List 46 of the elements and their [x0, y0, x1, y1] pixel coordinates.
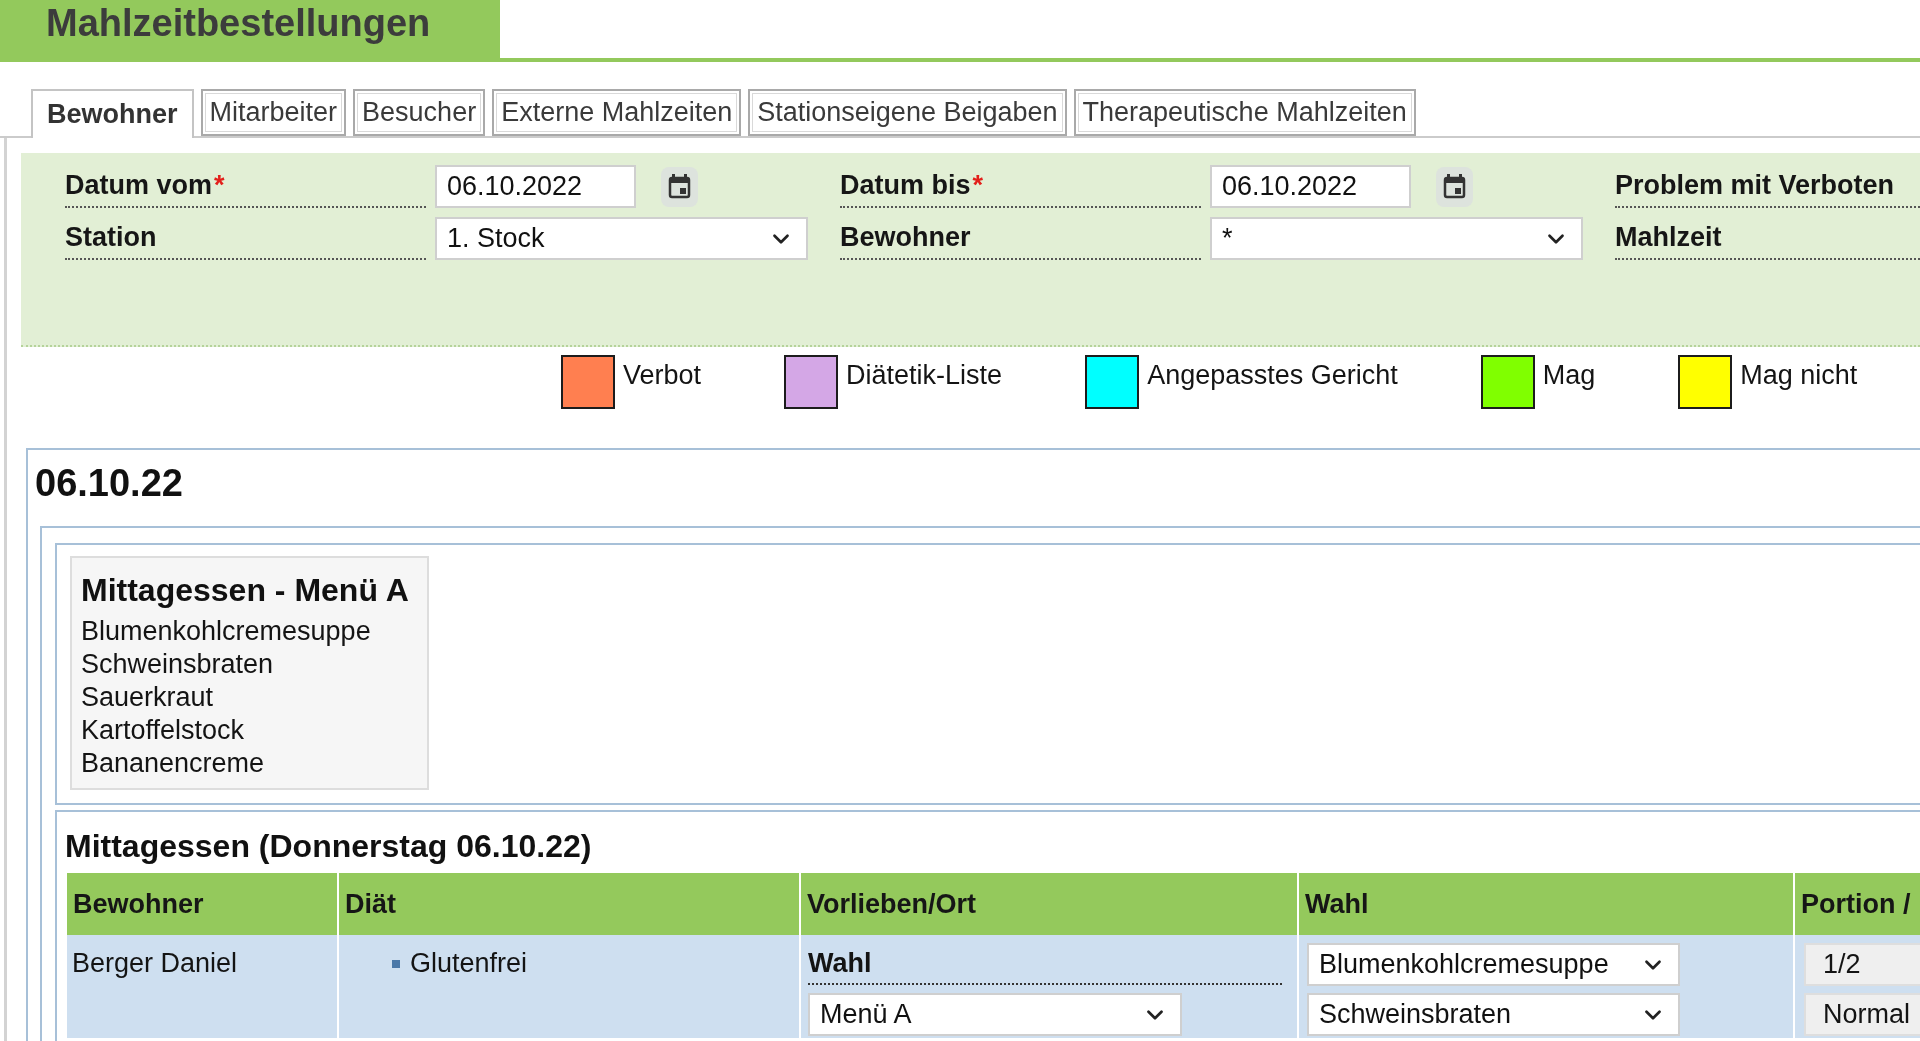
square-bullet-icon [392, 959, 400, 968]
preference-label: Wahl [808, 947, 872, 979]
dish-select[interactable]: Schweinsbraten [1307, 993, 1680, 1036]
legend-label: Angepasstes Gericht [1147, 359, 1398, 392]
calendar-icon[interactable] [1436, 166, 1473, 207]
field-label: Station [65, 222, 157, 253]
tab[interactable]: Therapeutische Mahlzeiten [1073, 89, 1416, 136]
field-label: Problem mit Verboten [1615, 170, 1895, 201]
dish-name: Sauerkraut [81, 681, 214, 714]
calendar-icon[interactable] [661, 166, 698, 207]
dish-name: Bananencreme [81, 747, 265, 780]
dish-select[interactable]: Blumenkohlcremesuppe [1307, 943, 1680, 986]
field-label: Datum vom* [65, 170, 225, 201]
dish-name: Kartoffelstock [81, 714, 245, 747]
legend-label: Verbot [623, 359, 702, 392]
portion-button[interactable]: Normal [1804, 993, 1920, 1036]
field-label: Mahlzeit [1615, 222, 1722, 253]
diet-label: Glutenfrei [410, 947, 528, 980]
column-header: Vorlieben/Ort [801, 873, 1299, 935]
tab[interactable]: Stationseigene Beigaben [748, 89, 1067, 136]
filter-select[interactable]: 1. Stock [435, 217, 808, 260]
legend-label: Mag [1542, 359, 1596, 392]
dish-name: Blumenkohlcremesuppe [81, 615, 371, 648]
tab[interactable]: Mitarbeiter [200, 89, 347, 136]
portion-button[interactable]: 1/2 [1804, 943, 1920, 986]
menu-title: Mittagessen - Menü A [81, 571, 409, 610]
column-header: Bewohner [67, 873, 339, 935]
date-input[interactable]: 06.10.2022 [435, 165, 636, 208]
tab[interactable]: Externe Mahlzeiten [492, 89, 742, 136]
dish-name: Schweinsbraten [81, 648, 274, 681]
field-label: Bewohner [840, 222, 971, 253]
legend-label: Diätetik-Liste [846, 359, 1003, 392]
column-header: Wahl [1299, 873, 1795, 935]
tab[interactable]: Bewohner [31, 89, 194, 138]
filter-select[interactable]: * [1210, 217, 1583, 260]
tab[interactable]: Besucher [353, 89, 486, 136]
resident-name: Berger Daniel [72, 947, 238, 980]
column-header: Portion / [1795, 873, 1920, 935]
column-header: Diät [339, 873, 801, 935]
field-label: Datum bis* [840, 170, 984, 201]
meal-title: Mittagessen (Donnerstag 06.10.22) [65, 827, 592, 866]
date-input[interactable]: 06.10.2022 [1210, 165, 1411, 208]
page-title: Mahlzeitbestellungen [0, 0, 500, 58]
legend-label: Mag nicht [1740, 359, 1858, 392]
day-title: 06.10.22 [35, 461, 183, 506]
menu-select[interactable]: Menü A [808, 993, 1182, 1036]
